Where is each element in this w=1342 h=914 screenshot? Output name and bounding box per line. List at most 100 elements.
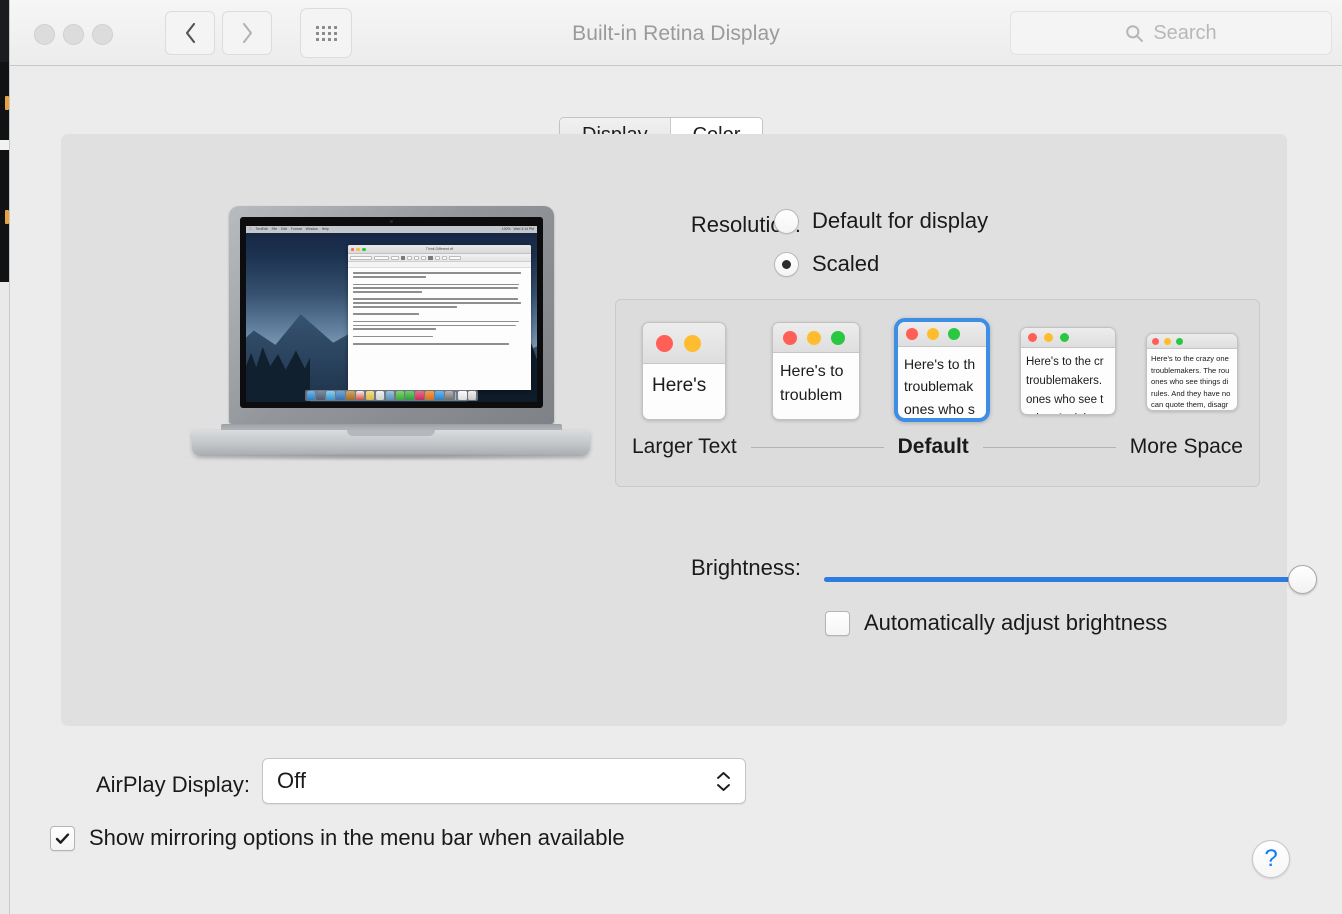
spacing-control bbox=[441, 255, 447, 261]
preview-doc-toolbar bbox=[347, 254, 532, 263]
dock-icon-safari bbox=[326, 391, 335, 400]
legend-rule-left bbox=[750, 446, 884, 448]
mirroring-checkbox[interactable] bbox=[50, 825, 75, 851]
menubar-status: 100% Wed 3:14 PM bbox=[501, 226, 534, 231]
window-toolbar: Built-in Retina Display Search bbox=[10, 0, 1342, 66]
mirroring-label: Show mirroring options in the menu bar w… bbox=[89, 825, 625, 850]
font-family-control bbox=[349, 255, 372, 261]
menubar-edit: Edit bbox=[278, 226, 287, 231]
indent-control bbox=[448, 255, 461, 261]
auto-brightness-row[interactable]: Automatically adjust brightness bbox=[825, 610, 1167, 636]
apple-menu-icon:  bbox=[249, 227, 252, 231]
legend-more-space: More Space bbox=[1129, 435, 1243, 458]
bold-control bbox=[407, 255, 413, 261]
text-color-swatch bbox=[400, 255, 406, 261]
resolution-label: Resolution: bbox=[690, 212, 801, 237]
radio-default-for-display[interactable] bbox=[774, 208, 799, 234]
preview-textedit-window: Think Different.rtf bbox=[347, 245, 532, 390]
menubar-app: TextEdit bbox=[253, 226, 268, 231]
legend-default: Default bbox=[897, 435, 969, 458]
display-settings-panel:  TextEdit File Edit Format Window Help … bbox=[61, 134, 1317, 726]
brightness-label: Brightness: bbox=[690, 555, 801, 580]
macbook-trackpad-notch bbox=[347, 430, 435, 436]
menubar-format: Format bbox=[288, 226, 302, 231]
brightness-slider-fill bbox=[824, 577, 1302, 582]
preview-menu-bar:  TextEdit File Edit Format Window Help … bbox=[246, 226, 537, 233]
camera-icon bbox=[390, 220, 393, 223]
dock-icon-mail bbox=[336, 391, 345, 400]
menubar-file: File bbox=[269, 226, 277, 231]
brightness-slider-knob[interactable] bbox=[1288, 565, 1317, 594]
thumb-text-0: Here's bbox=[652, 375, 707, 396]
airplay-display-select[interactable]: Off bbox=[262, 758, 746, 804]
resolution-option-default[interactable]: Default for display bbox=[774, 208, 988, 234]
dock-icon-system-preferences bbox=[445, 391, 454, 400]
align-control bbox=[428, 255, 433, 261]
menubar-clock: Wed 3:14 PM bbox=[513, 226, 534, 231]
dock-icon-notes bbox=[365, 391, 375, 400]
menubar-window: Window bbox=[303, 226, 318, 231]
scaling-legend: Larger Text Default More Space bbox=[616, 434, 1259, 460]
radio-scaled-label: Scaled bbox=[812, 251, 880, 276]
search-placeholder: Search bbox=[1153, 21, 1217, 44]
resolution-option-scaled[interactable]: Scaled bbox=[774, 251, 879, 277]
dock-icon-contacts bbox=[346, 391, 355, 400]
dock-icon-itunes bbox=[415, 391, 424, 400]
dock-icon-messages bbox=[395, 391, 405, 400]
preview-doc-body bbox=[348, 268, 531, 351]
search-input[interactable]: Search bbox=[1010, 11, 1332, 55]
scaling-option-default[interactable]: Here's to th troublemak ones who s bbox=[894, 318, 990, 422]
scaling-option-larger-text[interactable]: Here's to troublem bbox=[772, 322, 860, 420]
macbook-screen:  TextEdit File Edit Format Window Help … bbox=[246, 226, 537, 402]
dock-icon-documents bbox=[458, 391, 467, 400]
menubar-help: Help bbox=[319, 226, 329, 231]
brightness-slider[interactable] bbox=[824, 565, 1317, 595]
preview-doc-titlebar: Think Different.rtf bbox=[347, 245, 532, 255]
scaling-thumbnails: Here's Here's to troublem Here's to th t… bbox=[616, 318, 1259, 422]
preview-doc-title: Think Different.rtf bbox=[425, 247, 454, 252]
macbook-bezel:  TextEdit File Edit Format Window Help … bbox=[240, 217, 543, 408]
radio-scaled[interactable] bbox=[774, 251, 799, 277]
checkmark-icon bbox=[55, 832, 70, 844]
thumb-text-1: Here's to troublem bbox=[780, 363, 844, 404]
radio-default-label: Default for display bbox=[812, 208, 989, 233]
airplay-display-label: AirPlay Display: bbox=[95, 772, 250, 797]
dock-icon-ibooks bbox=[425, 391, 434, 400]
preview-dock bbox=[304, 390, 479, 401]
stepper-chevrons-icon bbox=[716, 771, 731, 792]
macbook-shadow bbox=[181, 453, 601, 461]
legend-rule-right bbox=[982, 446, 1116, 448]
dock-icon-launchpad bbox=[316, 391, 325, 400]
dock-icon-app-store bbox=[435, 391, 444, 400]
legend-larger-text: Larger Text bbox=[632, 435, 737, 458]
dock-icon-finder bbox=[306, 391, 316, 400]
help-button[interactable]: ? bbox=[1252, 840, 1290, 878]
dock-icon-facetime bbox=[405, 391, 414, 400]
auto-brightness-checkbox[interactable] bbox=[825, 610, 850, 636]
mirroring-row[interactable]: Show mirroring options in the menu bar w… bbox=[50, 825, 625, 851]
search-icon bbox=[1126, 24, 1144, 42]
thumb-text-4: Here's to the crazy one troublemakers. T… bbox=[1151, 354, 1231, 410]
dock-separator bbox=[455, 391, 457, 400]
menubar-battery: 100% bbox=[501, 226, 511, 231]
dock-icon-maps bbox=[385, 391, 395, 400]
scaling-option-more-space-most[interactable]: Here's to the crazy one troublemakers. T… bbox=[1146, 333, 1238, 411]
macbook-lid:  TextEdit File Edit Format Window Help … bbox=[229, 206, 554, 424]
scaling-option-more-space[interactable]: Here's to the cr troublemakers. ones who… bbox=[1020, 327, 1116, 415]
font-style-control bbox=[373, 255, 389, 261]
scaling-option-larger-text-most[interactable]: Here's bbox=[642, 322, 726, 420]
font-size-control bbox=[390, 255, 399, 261]
dock-icon-calendar bbox=[355, 391, 365, 400]
scaling-options-box: Here's Here's to troublem Here's to th t… bbox=[615, 299, 1260, 487]
list-control bbox=[434, 255, 440, 261]
display-preferences-window: Built-in Retina Display Search Display C… bbox=[9, 0, 1342, 914]
dock-icon-trash bbox=[467, 391, 477, 400]
thumb-text-2: Here's to th troublemak ones who s bbox=[904, 356, 976, 417]
thumb-text-3: Here's to the cr troublemakers. ones who… bbox=[1026, 356, 1104, 414]
airplay-display-value: Off bbox=[277, 768, 306, 793]
italic-control bbox=[414, 255, 420, 261]
dock-icon-reminders bbox=[375, 391, 385, 400]
auto-brightness-label: Automatically adjust brightness bbox=[864, 610, 1168, 635]
underline-control bbox=[421, 255, 427, 261]
macbook-preview-illustration:  TextEdit File Edit Format Window Help … bbox=[181, 200, 601, 462]
